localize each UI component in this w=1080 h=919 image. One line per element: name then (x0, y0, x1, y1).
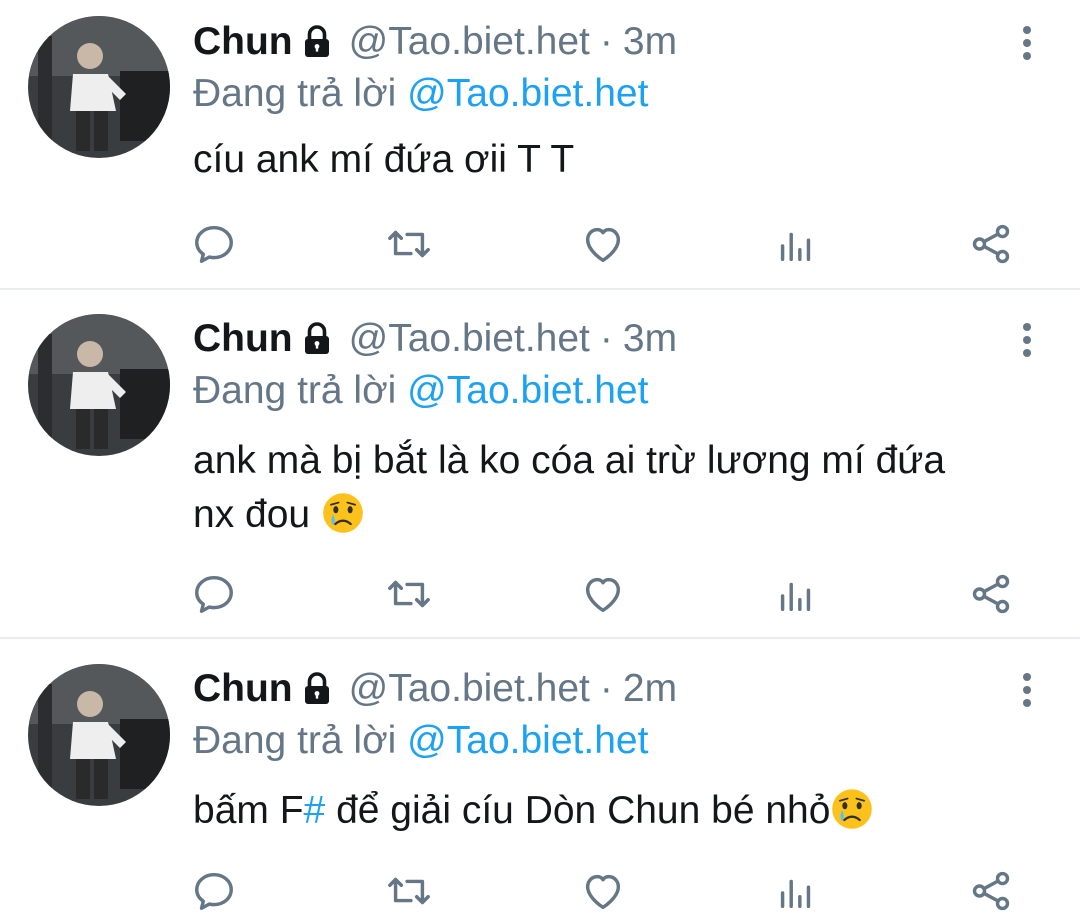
tweet-text: cíu ank mí đứa ơii T T (193, 133, 1053, 187)
separator: · (599, 667, 613, 710)
retweet-icon[interactable] (386, 221, 432, 267)
display-name[interactable]: Chun (193, 317, 293, 361)
tweet-actions (0, 571, 1080, 621)
timestamp[interactable]: 3m (623, 317, 677, 361)
reply-mention[interactable]: @Tao.biet.het (407, 719, 648, 762)
more-vertical-icon[interactable] (1014, 317, 1040, 363)
comment-icon[interactable] (191, 221, 237, 267)
crying-face-emoji (832, 789, 873, 829)
lock-icon (304, 322, 329, 354)
user-handle[interactable]: @Tao.biet.het (349, 667, 590, 711)
user-handle[interactable]: @Tao.biet.het (349, 20, 590, 64)
analytics-icon[interactable] (773, 868, 819, 914)
heart-icon[interactable] (580, 571, 626, 617)
reply-context: Đang trả lời @Tao.biet.het (193, 719, 648, 763)
tweet[interactable]: Chun @Tao.biet.het · 2m Đang trả lời @Ta… (0, 640, 1080, 919)
tweet-text: bấm F# để giải cíu Dòn Chun bé nhỏ (193, 784, 1053, 838)
share-icon[interactable] (968, 571, 1014, 617)
tweet-text-line: nx đou (193, 493, 311, 536)
avatar[interactable] (28, 16, 170, 158)
divider (0, 637, 1080, 639)
more-vertical-icon[interactable] (1014, 20, 1040, 66)
reply-prefix: Đang trả lời (193, 719, 397, 762)
share-icon[interactable] (968, 868, 1014, 914)
comment-icon[interactable] (191, 868, 237, 914)
separator: · (599, 20, 613, 63)
display-name[interactable]: Chun (193, 20, 293, 64)
tweet-text-part: bấm F (193, 789, 304, 832)
reply-mention[interactable]: @Tao.biet.het (407, 72, 648, 115)
tweet-actions (0, 868, 1080, 918)
reply-context: Đang trả lời @Tao.biet.het (193, 72, 648, 116)
share-icon[interactable] (968, 221, 1014, 267)
tweet-text: ank mà bị bắt là ko cóa ai trừ lương mí … (193, 434, 1053, 542)
avatar[interactable] (28, 664, 170, 806)
reply-prefix: Đang trả lời (193, 369, 397, 412)
reply-prefix: Đang trả lời (193, 72, 397, 115)
avatar[interactable] (28, 314, 170, 456)
retweet-icon[interactable] (386, 571, 432, 617)
tweet-text-line: cíu ank mí đứa ơii T T (193, 138, 575, 181)
analytics-icon[interactable] (773, 571, 819, 617)
display-name[interactable]: Chun (193, 667, 293, 711)
heart-icon[interactable] (580, 868, 626, 914)
tweet[interactable]: Chun @Tao.biet.het · 3m Đang trả lời @Ta… (0, 290, 1080, 640)
tweet[interactable]: Chun @Tao.biet.het · 3m Đang trả lời @Ta… (0, 0, 1080, 290)
separator: · (599, 317, 613, 360)
comment-icon[interactable] (191, 571, 237, 617)
reply-context: Đang trả lời @Tao.biet.het (193, 369, 648, 413)
tweet-actions (0, 221, 1080, 271)
timestamp[interactable]: 2m (623, 667, 677, 711)
hashtag-link[interactable]: # (304, 789, 326, 832)
tweet-text-line: ank mà bị bắt là ko cóa ai trừ lương mí … (193, 439, 946, 482)
heart-icon[interactable] (580, 221, 626, 267)
user-handle[interactable]: @Tao.biet.het (349, 317, 590, 361)
tweet-text-part: để giải cíu Dòn Chun bé nhỏ (325, 789, 831, 832)
analytics-icon[interactable] (773, 221, 819, 267)
retweet-icon[interactable] (386, 868, 432, 914)
timestamp[interactable]: 3m (623, 20, 677, 64)
reply-mention[interactable]: @Tao.biet.het (407, 369, 648, 412)
lock-icon (304, 672, 329, 704)
lock-icon (304, 25, 329, 57)
crying-face-emoji (323, 493, 363, 533)
more-vertical-icon[interactable] (1014, 667, 1040, 713)
